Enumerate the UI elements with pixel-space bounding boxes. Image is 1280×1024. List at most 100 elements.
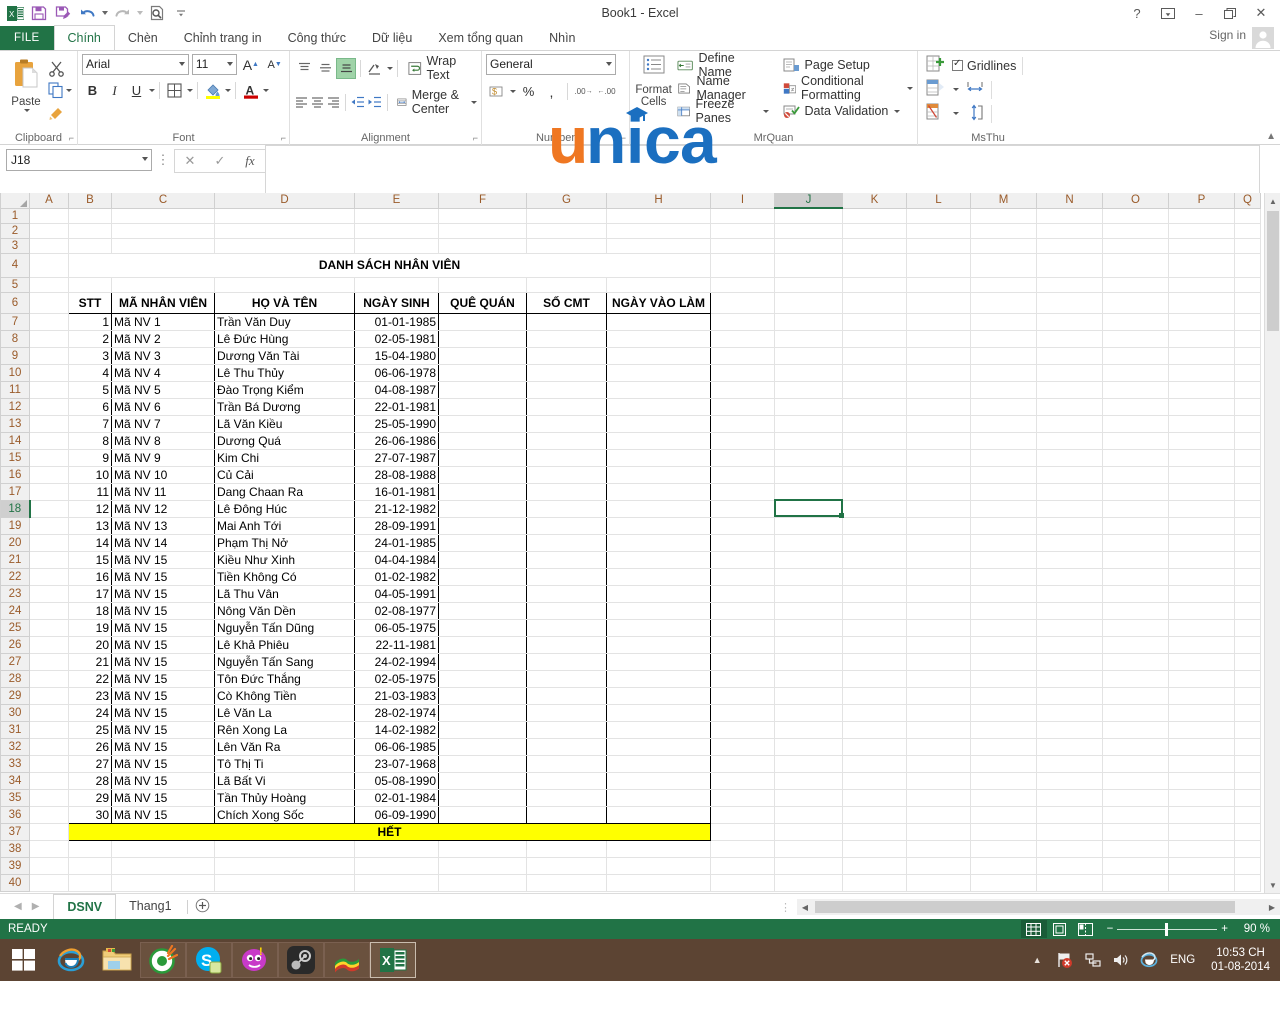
cell-F28[interactable]: [438, 670, 527, 688]
shrink-font-icon[interactable]: A ▼: [264, 54, 285, 75]
cell-J17[interactable]: [774, 483, 843, 501]
table-row[interactable]: 31 25 Mã NV 15 Rên Xong La 14-02-1982: [0, 720, 1261, 739]
cell-J30[interactable]: [774, 704, 843, 722]
cell-O28[interactable]: [1102, 670, 1169, 688]
winrar-icon[interactable]: [324, 942, 370, 978]
cell-N35[interactable]: [1036, 789, 1103, 807]
horizontal-scroll-thumb[interactable]: [815, 901, 1235, 913]
cell-P14[interactable]: [1168, 432, 1235, 450]
save-icon[interactable]: [28, 2, 50, 24]
cell-G30[interactable]: [526, 704, 607, 722]
cell-D31[interactable]: Rên Xong La: [214, 721, 355, 739]
table-row[interactable]: 3: [0, 237, 1261, 254]
gridlines-checkbox[interactable]: [952, 58, 963, 71]
cell-L26[interactable]: [906, 636, 971, 654]
cell-H8[interactable]: [606, 330, 711, 348]
cell-C21[interactable]: Mã NV 15: [111, 551, 215, 569]
cell-O7[interactable]: [1102, 313, 1169, 331]
sheet-prev-icon[interactable]: ◀: [14, 901, 22, 912]
cell-Q25[interactable]: [1234, 619, 1261, 637]
cell-A11[interactable]: [29, 381, 69, 399]
cell-B9[interactable]: 3: [68, 347, 112, 365]
cell-C36[interactable]: Mã NV 15: [111, 806, 215, 824]
tab-chinh[interactable]: Chính: [53, 25, 115, 50]
cell-Q31[interactable]: [1234, 721, 1261, 739]
cell-J3[interactable]: [774, 238, 843, 254]
table-row[interactable]: 18 12 Mã NV 12 Lê Đông Húc 21-12-1982: [0, 499, 1261, 518]
cell-A18[interactable]: [29, 500, 69, 518]
cell-M36[interactable]: [970, 806, 1037, 824]
cell-P27[interactable]: [1168, 653, 1235, 671]
cell-N7[interactable]: [1036, 313, 1103, 331]
cell-M16[interactable]: [970, 466, 1037, 484]
cell-Q28[interactable]: [1234, 670, 1261, 688]
cell-O27[interactable]: [1102, 653, 1169, 671]
cell-N30[interactable]: [1036, 704, 1103, 722]
cell-J5[interactable]: [774, 277, 843, 293]
cell-M33[interactable]: [970, 755, 1037, 773]
cell-O37[interactable]: [1102, 823, 1169, 841]
cell-D26[interactable]: Lê Khả Phiêu: [214, 636, 355, 654]
cut-icon[interactable]: [48, 59, 72, 78]
cell-O19[interactable]: [1102, 517, 1169, 535]
cell-D1[interactable]: [214, 208, 355, 224]
cell-G14[interactable]: [526, 432, 607, 450]
cell-G16[interactable]: [526, 466, 607, 484]
cell-P8[interactable]: [1168, 330, 1235, 348]
row-header-7[interactable]: 7: [0, 312, 30, 331]
cell-C22[interactable]: Mã NV 15: [111, 568, 215, 586]
cell-K23[interactable]: [842, 585, 907, 603]
cell-O1[interactable]: [1102, 208, 1169, 224]
cell-M22[interactable]: [970, 568, 1037, 586]
cell-I37[interactable]: [710, 823, 775, 841]
cell-I18[interactable]: [710, 500, 775, 518]
fill-color-icon[interactable]: [202, 80, 223, 101]
cell-H14[interactable]: [606, 432, 711, 450]
cell-N16[interactable]: [1036, 466, 1103, 484]
cell-G10[interactable]: [526, 364, 607, 382]
cell-H13[interactable]: [606, 415, 711, 433]
minimize-button[interactable]: –: [1184, 1, 1214, 25]
ribbon-display-options-icon[interactable]: [1153, 1, 1183, 25]
cell-G3[interactable]: [526, 238, 607, 254]
column-header-I[interactable]: I: [710, 193, 775, 209]
cell-D12[interactable]: Trần Bá Dương: [214, 398, 355, 416]
cell-A34[interactable]: [29, 772, 69, 790]
cell-P34[interactable]: [1168, 772, 1235, 790]
cell-G1[interactable]: [526, 208, 607, 224]
cell-M15[interactable]: [970, 449, 1037, 467]
percent-style-button[interactable]: %: [518, 81, 539, 102]
cell-D27[interactable]: Nguyễn Tấn Sang: [214, 653, 355, 671]
cell-B25[interactable]: 19: [68, 619, 112, 637]
spreadsheet-grid[interactable]: A B C D E F G H I J K L M N O P Q 1 2 3 4 DANH SÁCH NHÂN VIÊN…: [0, 193, 1280, 893]
cell-N12[interactable]: [1036, 398, 1103, 416]
cell-F26[interactable]: [438, 636, 527, 654]
table-row[interactable]: 25 19 Mã NV 15 Nguyễn Tấn Dũng 06-05-1975: [0, 618, 1261, 637]
cell-G38[interactable]: [526, 840, 607, 858]
cell-C8[interactable]: Mã NV 2: [111, 330, 215, 348]
cell-H27[interactable]: [606, 653, 711, 671]
cell-title[interactable]: DANH SÁCH NHÂN VIÊN: [68, 253, 711, 278]
cell-C15[interactable]: Mã NV 9: [111, 449, 215, 467]
cell-J36[interactable]: [774, 806, 843, 824]
name-box[interactable]: J18: [6, 149, 152, 171]
table-row[interactable]: 6 STT MÃ NHÂN VIÊN HỌ VÀ TÊN NGÀY SINH QUÊ QU…: [0, 291, 1261, 314]
grow-font-icon[interactable]: A ▲: [240, 54, 261, 75]
cell-H34[interactable]: [606, 772, 711, 790]
cell-Q6[interactable]: [1234, 292, 1261, 314]
row-header-4[interactable]: 4: [0, 252, 30, 278]
cell-H11[interactable]: [606, 381, 711, 399]
table-row[interactable]: 36 30 Mã NV 15 Chích Xong Sốc 06-09-1990: [0, 805, 1261, 824]
cell-H35[interactable]: [606, 789, 711, 807]
cell-F6[interactable]: QUÊ QUÁN: [438, 291, 527, 314]
cell-I10[interactable]: [710, 364, 775, 382]
cell-G29[interactable]: [526, 687, 607, 705]
cell-Q24[interactable]: [1234, 602, 1261, 620]
cell-Q19[interactable]: [1234, 517, 1261, 535]
cell-D33[interactable]: Tô Thị Ti: [214, 755, 355, 773]
row-header-3[interactable]: 3: [0, 237, 30, 254]
cell-F30[interactable]: [438, 704, 527, 722]
ie-tray-icon[interactable]: [1138, 949, 1160, 971]
zoom-slider[interactable]: − +: [1107, 922, 1228, 936]
cell-A25[interactable]: [29, 619, 69, 637]
